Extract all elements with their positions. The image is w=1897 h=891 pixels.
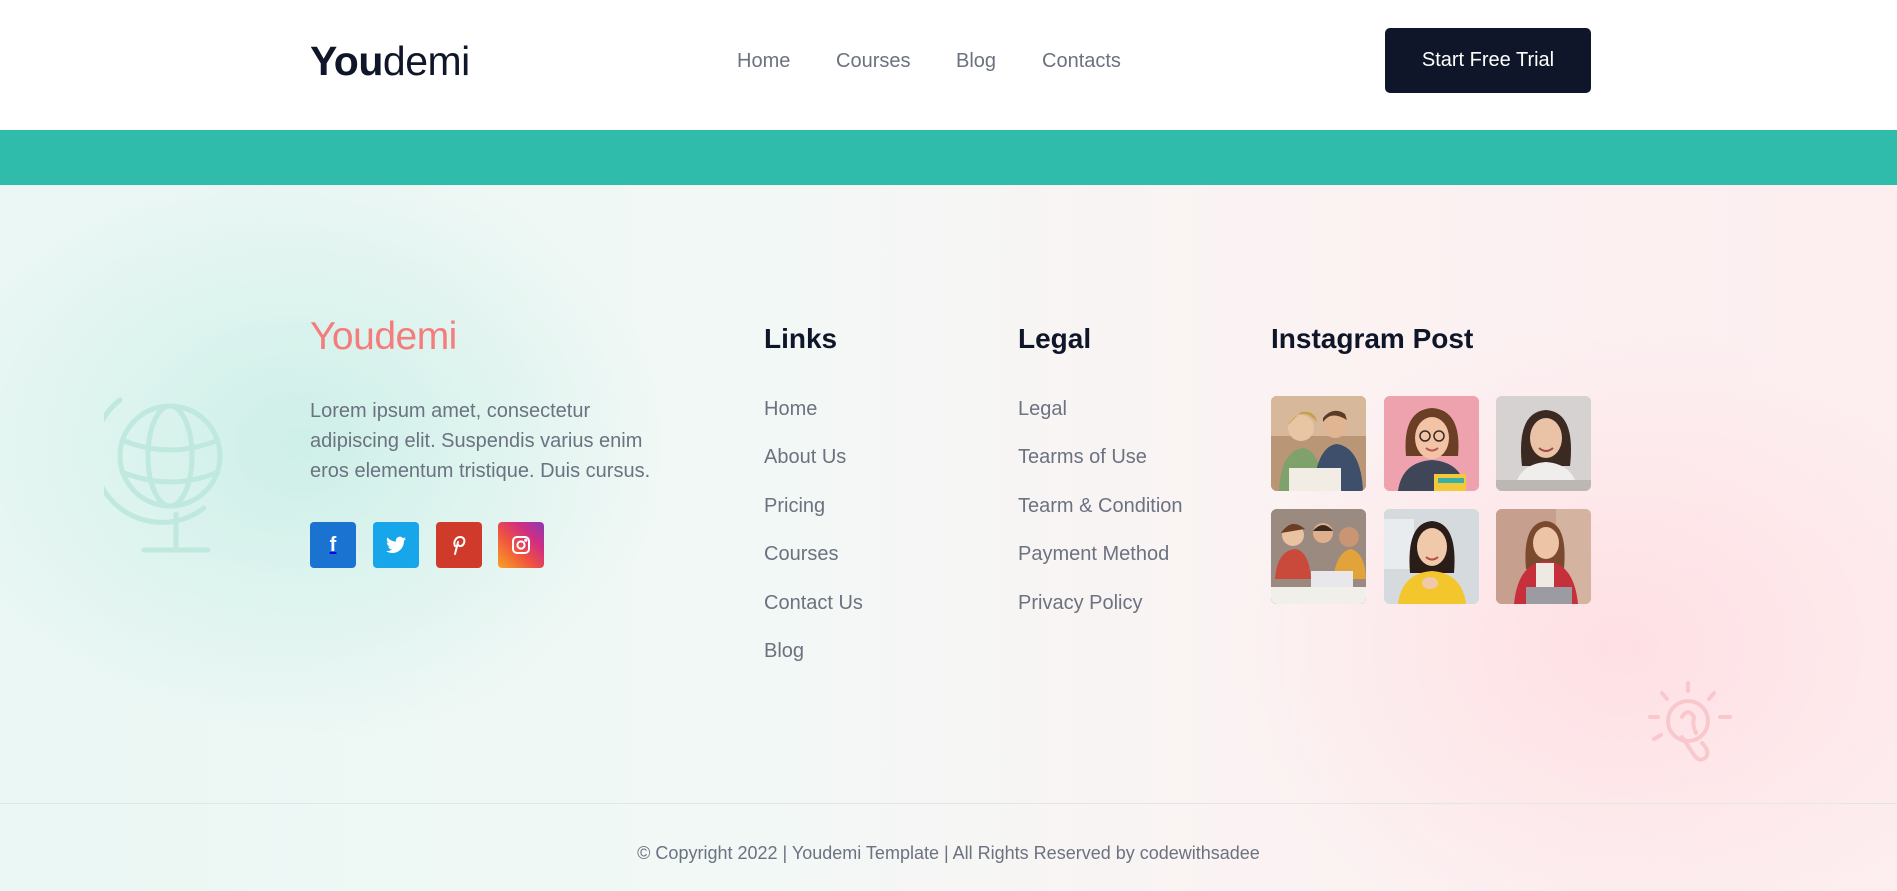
nav-contacts[interactable]: Contacts — [1042, 48, 1121, 74]
nav-courses[interactable]: Courses — [836, 48, 910, 74]
instagram-post[interactable] — [1496, 509, 1591, 604]
twitter-link[interactable] — [373, 522, 419, 568]
site-header: Youdemi Home Courses Blog Contacts Start… — [0, 0, 1897, 130]
instagram-link[interactable] — [498, 522, 544, 568]
footer-link-home[interactable]: Home — [764, 396, 863, 444]
footer-link-payment-method[interactable]: Payment Method — [1018, 541, 1183, 589]
footer-logo[interactable]: Youdemi — [310, 313, 457, 361]
footer-link-terms-of-use[interactable]: Tearms of Use — [1018, 444, 1183, 492]
globe-icon — [104, 397, 223, 553]
instagram-heading: Instagram Post — [1271, 323, 1474, 354]
pinterest-link[interactable] — [436, 522, 482, 568]
footer-link-courses[interactable]: Courses — [764, 541, 863, 589]
footer-logo-bold: You — [310, 315, 375, 358]
facebook-icon: f — [329, 533, 337, 556]
links-heading: Links — [764, 323, 838, 354]
footer-description: Lorem ipsum amet, consectetur adipiscing… — [310, 400, 651, 482]
instagram-post-photo-icon — [1384, 396, 1479, 491]
accent-band — [0, 130, 1897, 185]
legal-heading: Legal — [1018, 323, 1092, 354]
instagram-post-photo-icon — [1271, 509, 1366, 604]
pinterest-icon — [453, 535, 466, 555]
nav-blog[interactable]: Blog — [956, 48, 996, 74]
footer-link-blog[interactable]: Blog — [764, 638, 863, 686]
logo-bold: You — [310, 38, 383, 84]
site-footer: Youdemi Lorem ipsum amet, consectetur ad… — [0, 185, 1897, 891]
nav-home[interactable]: Home — [737, 48, 790, 74]
instagram-post[interactable] — [1384, 509, 1479, 604]
lightbulb-icon — [1648, 681, 1732, 762]
instagram-post-photo-icon — [1384, 509, 1479, 604]
instagram-post-photo-icon — [1496, 396, 1591, 491]
footer-logo-light: demi — [374, 315, 457, 358]
instagram-post-photo-icon — [1496, 509, 1591, 604]
start-free-trial-button[interactable]: Start Free Trial — [1385, 28, 1591, 93]
links-list: Home About Us Pricing Courses Contact Us… — [764, 396, 863, 686]
instagram-post[interactable] — [1271, 396, 1366, 491]
footer-link-about-us[interactable]: About Us — [764, 444, 863, 492]
logo-light: demi — [382, 38, 470, 84]
legal-list: Legal Tearms of Use Tearm & Condition Pa… — [1018, 396, 1183, 638]
footer-link-pricing[interactable]: Pricing — [764, 493, 863, 541]
footer-link-legal[interactable]: Legal — [1018, 396, 1183, 444]
twitter-icon — [386, 536, 406, 553]
instagram-post[interactable] — [1271, 509, 1366, 604]
facebook-link[interactable]: f — [310, 522, 356, 568]
instagram-post[interactable] — [1496, 396, 1591, 491]
footer-divider — [0, 803, 1897, 804]
instagram-post[interactable] — [1384, 396, 1479, 491]
copyright-text: © Copyright 2022 | Youdemi Template | Al… — [637, 843, 1260, 863]
instagram-post-photo-icon — [1271, 396, 1366, 491]
instagram-icon — [512, 536, 530, 554]
footer-link-privacy-policy[interactable]: Privacy Policy — [1018, 590, 1183, 638]
footer-link-contact-us[interactable]: Contact Us — [764, 590, 863, 638]
footer-link-term-condition[interactable]: Tearm & Condition — [1018, 493, 1183, 541]
header-logo[interactable]: Youdemi — [310, 36, 470, 86]
